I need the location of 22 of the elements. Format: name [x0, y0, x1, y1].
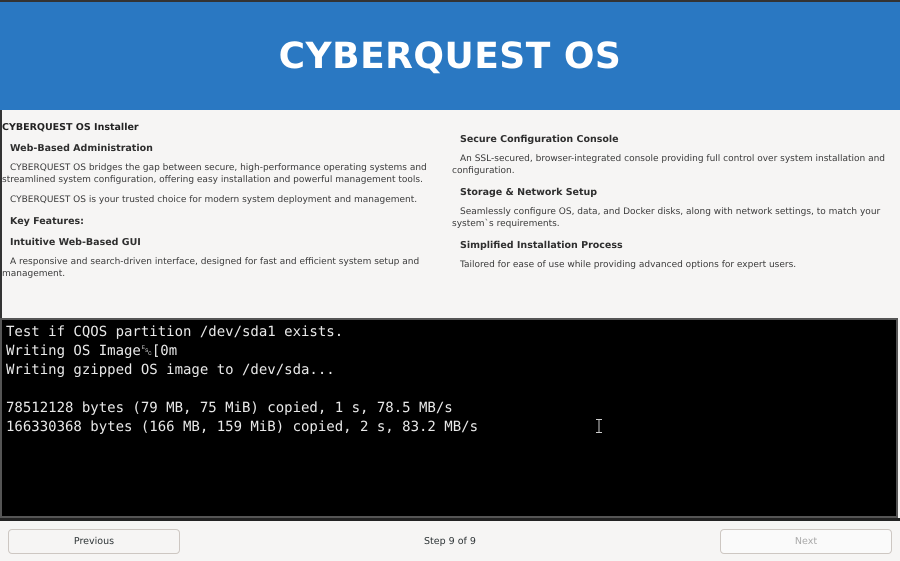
section-heading: Simplified Installation Process: [460, 240, 624, 251]
terminal-line: Writing gzipped OS image to /dev/sda...: [6, 362, 335, 380]
terminal-line: Writing OS Image␛[0m: [6, 343, 178, 361]
text-cursor-icon: [596, 419, 602, 433]
terminal-line: 166330368 bytes (166 MB, 159 MiB) copied, 2 s, 83.2 MB/s: [6, 419, 478, 437]
description-text: CYBERQUEST OS is your trusted choice for modern system deployment and management.: [9, 194, 418, 206]
banner-title: CYBERQUEST OS: [278, 36, 622, 76]
terminal-line: 78512128 bytes (79 MB, 75 MiB) copied, 1 s, 78.5 MB/s: [6, 400, 453, 418]
description-text: Tailored for ease of use while providing advanced options for expert users.: [459, 259, 798, 271]
description-text: CYBERQUEST OS bridges the gap between secure, high-performance operating systems and streamlined system configuration, offering easy installation and powerful management tools.: [2, 162, 428, 186]
terminal-line: Test if CQOS partition /dev/sda1 exists.: [6, 324, 344, 342]
description-text: Seamlessly configure OS, data, and Docker disks, along with network settings, to match your system`s requirements.: [452, 206, 882, 230]
section-heading: Web-Based Administration: [10, 143, 154, 154]
step-indicator: Step 9 of 9: [424, 536, 476, 547]
section-heading: Intuitive Web-Based GUI: [10, 237, 142, 248]
previous-button[interactable]: Previous: [8, 529, 180, 554]
section-heading: Secure Configuration Console: [460, 134, 620, 145]
installer-title: CYBERQUEST OS Installer: [2, 122, 140, 133]
section-heading: Key Features:: [10, 216, 85, 227]
description-text: An SSL-secured, browser-integrated console providing full control over system installation and configuration.: [452, 153, 886, 177]
description-text: A responsive and search-driven interface, designed for fast and efficient system setup and management.: [2, 256, 420, 280]
section-heading: Storage & Network Setup: [460, 187, 598, 198]
